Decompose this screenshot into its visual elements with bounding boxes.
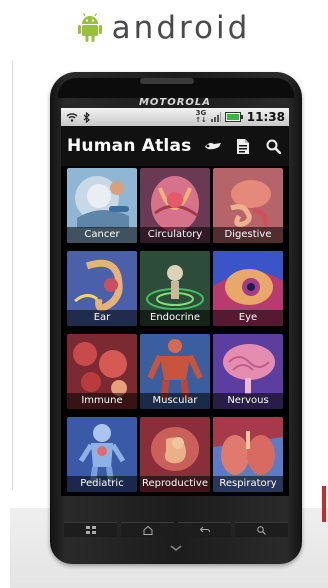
status-time: 11:38 [246, 110, 285, 124]
search-button[interactable] [263, 136, 283, 156]
red-edge-mark [322, 486, 326, 522]
network-activity-label: ↑↓ [195, 116, 207, 124]
home-icon [143, 525, 152, 535]
tile-label: Immune [67, 393, 137, 409]
tile-respiratory[interactable]: Respiratory [213, 417, 283, 492]
menu-icon [85, 526, 96, 534]
earpiece-speaker [140, 78, 194, 84]
tile-label: Digestive [213, 227, 283, 243]
status-bar: 3G ↑↓ 11:38 [61, 108, 289, 126]
tile-label: Pediatric [67, 476, 137, 492]
tile-eye[interactable]: Eye [213, 251, 283, 326]
tile-muscular[interactable]: Muscular [140, 334, 210, 409]
android-robot-icon [77, 13, 102, 42]
hardware-keys [62, 522, 290, 538]
signal-icon [210, 112, 221, 122]
back-key[interactable] [178, 522, 231, 537]
app-title: Human Atlas [67, 136, 192, 156]
tile-label: Muscular [140, 393, 210, 409]
background-edge-line [12, 60, 13, 490]
document-icon [237, 138, 249, 154]
phone-screen: 3G ↑↓ 11:38 Human Atlas Cancer Circulato… [61, 108, 289, 496]
tile-pediatric[interactable]: Pediatric [67, 417, 137, 492]
tile-immune[interactable]: Immune [67, 334, 137, 409]
tile-label: Reproductive [140, 476, 210, 492]
bluetooth-icon [83, 111, 90, 123]
tile-reproductive[interactable]: Reproductive [140, 417, 210, 492]
tile-label: Cancer [67, 227, 137, 243]
tile-endocrine[interactable]: Endocrine [140, 251, 210, 326]
battery-icon [224, 112, 243, 122]
tile-circulatory[interactable]: Circulatory [140, 168, 210, 243]
device-maker-logo: MOTOROLA [138, 97, 212, 108]
app-header: Human Atlas [61, 126, 289, 166]
topic-grid: Cancer Circulatory Digestive Ear Endocri… [67, 168, 283, 492]
network-indicator: 3G ↑↓ [195, 110, 207, 124]
android-wordmark: android [111, 10, 251, 46]
tile-label: Endocrine [140, 310, 210, 326]
back-icon [199, 526, 210, 533]
bookmark-button[interactable] [203, 136, 223, 156]
tile-cancer[interactable]: Cancer [67, 168, 137, 243]
document-button[interactable] [233, 136, 253, 156]
tile-digestive[interactable]: Digestive [213, 168, 283, 243]
tile-label: Ear [67, 310, 137, 326]
tile-label: Circulatory [140, 227, 210, 243]
tile-ear[interactable]: Ear [67, 251, 137, 326]
search-key[interactable] [235, 522, 288, 537]
wifi-icon [66, 113, 78, 122]
chevron-down-icon [170, 545, 182, 551]
search-icon [257, 525, 266, 535]
menu-key[interactable] [64, 522, 117, 537]
tile-nervous[interactable]: Nervous [213, 334, 283, 409]
tile-label: Eye [213, 310, 283, 326]
tile-label: Nervous [213, 393, 283, 409]
bookmark-icon [205, 143, 221, 150]
android-brand: android [0, 8, 328, 48]
tile-label: Respiratory [213, 476, 283, 492]
home-key[interactable] [121, 522, 174, 537]
search-icon [266, 139, 281, 154]
